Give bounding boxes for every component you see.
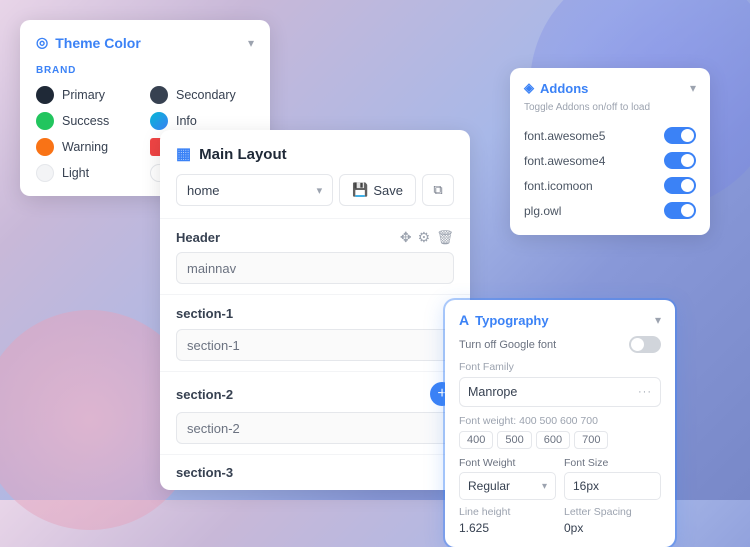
addons-chevron-icon[interactable]: ▾: [690, 81, 696, 95]
main-layout-panel: ▦ Main Layout home ▾ 💾 Save ⧉ Header ✥ ⚙…: [160, 130, 470, 490]
main-layout-toolbar: home ▾ 💾 Save ⧉: [160, 174, 470, 218]
secondary-dot: [150, 86, 168, 104]
typography-icon: A: [459, 312, 469, 328]
addons-subtitle: Toggle Addons on/off to load: [524, 102, 696, 113]
font-family-dots: ···: [638, 386, 652, 398]
letter-spacing-col: Letter Spacing 0px: [564, 506, 661, 535]
weight-400[interactable]: 400: [459, 431, 493, 449]
addon-plg-owl-toggle[interactable]: [664, 202, 696, 219]
color-warning: Warning: [36, 138, 140, 156]
addon-plg-owl: plg.owl: [524, 198, 696, 223]
weight-700[interactable]: 700: [574, 431, 608, 449]
weight-500[interactable]: 500: [497, 431, 531, 449]
font-size-col: Font Size 16px: [564, 457, 661, 500]
addon-font-icomoon: font.icomoon: [524, 173, 696, 198]
weight-600[interactable]: 600: [536, 431, 570, 449]
google-font-toggle[interactable]: [629, 336, 661, 353]
typography-chevron-icon[interactable]: ▾: [655, 313, 661, 327]
addon-font-awesome4: font.awesome4: [524, 148, 696, 173]
settings-icon: ⚙: [418, 229, 431, 246]
header-section-actions: ✥ ⚙ 🗑: [400, 229, 454, 246]
font-weight-size-row: Font Weight Regular ▾ Font Size 16px: [459, 457, 661, 500]
color-light: Light: [36, 164, 140, 182]
select-chevron-icon: ▾: [317, 184, 323, 197]
header-section: Header ✥ ⚙ 🗑 mainnav: [160, 218, 470, 294]
addons-panel: ◈ Addons ▾ Toggle Addons on/off to load …: [510, 68, 710, 235]
addon-font-awesome5: font.awesome5: [524, 123, 696, 148]
typography-panel: A Typography ▾ Turn off Google font Font…: [445, 300, 675, 547]
color-success: Success: [36, 112, 140, 130]
save-button[interactable]: 💾 Save: [339, 174, 416, 206]
light-dot: [36, 164, 54, 182]
addon-font-icomoon-toggle[interactable]: [664, 177, 696, 194]
brand-label: BRAND: [36, 65, 254, 76]
theme-color-header: ◎ Theme Color ▾: [36, 34, 254, 51]
theme-color-chevron-icon[interactable]: ▾: [248, 36, 254, 50]
addon-font-awesome4-toggle[interactable]: [664, 152, 696, 169]
line-height-col: Line height 1.625: [459, 506, 556, 535]
font-weight-tags: 400 500 600 700: [459, 431, 661, 449]
section-2-block: section-2 + section-2: [160, 371, 470, 454]
addons-icon: ◈: [524, 80, 534, 96]
font-weights-row: Font weight: 400 500 600 700 400 500 600…: [459, 415, 661, 449]
theme-color-title: ◎ Theme Color: [36, 34, 141, 51]
typography-header: A Typography ▾: [459, 312, 661, 328]
success-dot: [36, 112, 54, 130]
page-select[interactable]: home ▾: [176, 174, 333, 206]
section-3-block: section-3: [160, 454, 470, 490]
theme-color-icon: ◎: [36, 34, 48, 51]
typography-title: A Typography: [459, 312, 549, 328]
font-size-input[interactable]: 16px: [564, 472, 661, 500]
line-height-letter-spacing-row: Line height 1.625 Letter Spacing 0px: [459, 506, 661, 535]
save-icon: 💾: [352, 182, 368, 198]
font-weight-chevron-icon: ▾: [542, 481, 547, 492]
font-weight-col: Font Weight Regular ▾: [459, 457, 556, 500]
color-secondary: Secondary: [150, 86, 254, 104]
info-dot: [150, 112, 168, 130]
color-info: Info: [150, 112, 254, 130]
color-primary: Primary: [36, 86, 140, 104]
header-input[interactable]: mainnav: [176, 252, 454, 284]
main-layout-title: ▦ Main Layout: [176, 144, 287, 164]
section-1-input[interactable]: section-1: [176, 329, 454, 361]
trash-icon: 🗑: [436, 229, 454, 246]
section-1-block: section-1 section-1: [160, 294, 470, 371]
google-font-row: Turn off Google font: [459, 336, 661, 353]
font-weight-select[interactable]: Regular ▾: [459, 472, 556, 500]
header-section-header: Header ✥ ⚙ 🗑: [176, 229, 454, 246]
layout-icon: ▦: [176, 144, 191, 164]
main-layout-header: ▦ Main Layout: [160, 130, 470, 174]
copy-icon: ⧉: [433, 182, 442, 198]
addons-title: ◈ Addons: [524, 80, 588, 96]
section-2-input[interactable]: section-2: [176, 412, 454, 444]
addon-font-awesome5-toggle[interactable]: [664, 127, 696, 144]
font-family-input[interactable]: Manrope ···: [459, 377, 661, 407]
primary-dot: [36, 86, 54, 104]
copy-button[interactable]: ⧉: [422, 174, 454, 206]
warning-dot: [36, 138, 54, 156]
addons-header: ◈ Addons ▾: [524, 80, 696, 96]
move-icon: ✥: [400, 229, 412, 246]
